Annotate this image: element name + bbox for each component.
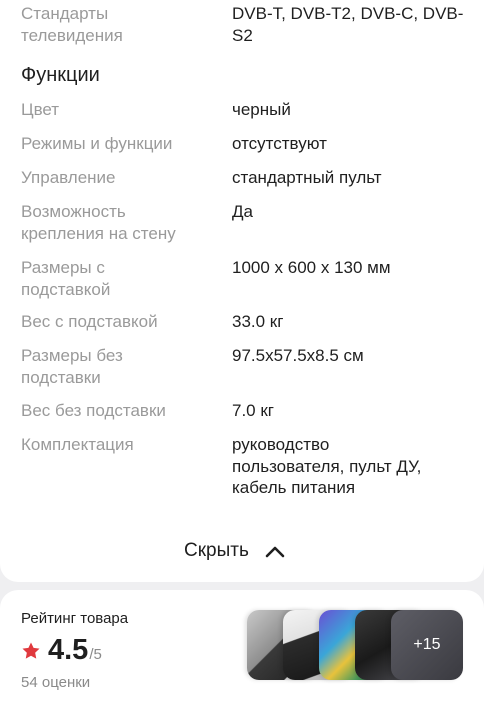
spec-value: Да	[232, 202, 253, 221]
spec-row-weight-with-stand: Вес с подставкой 33.0 кг	[21, 311, 471, 333]
rating-value: 4.5	[48, 634, 89, 666]
spec-value: отсутствуют	[232, 134, 327, 153]
spec-row-tv-standards: Стандарты телевидения DVB-T, DVB-T2, DVB…	[21, 3, 471, 46]
spec-value: 7.0 кг	[232, 401, 274, 420]
spec-row-dimensions-without-stand: Размеры без подставки 97.5x57.5x8.5 см	[21, 345, 471, 388]
specs-card: Стандарты телевидения DVB-T, DVB-T2, DVB…	[0, 0, 484, 582]
rating-title: Рейтинг товара	[21, 610, 129, 627]
spec-key: Комплектация	[21, 435, 134, 454]
section-title-functions: Функции	[21, 64, 100, 86]
review-photos[interactable]: +15	[247, 610, 463, 680]
spec-row-wall-mount: Возможность крепления на стену Да	[21, 201, 471, 244]
star-icon	[22, 642, 40, 659]
more-photos-button[interactable]: +15	[391, 610, 463, 680]
spec-value: DVB-T, DVB-T2, DVB-C, DVB- S2	[232, 4, 464, 45]
spec-row-package-contents: Комплектация руководство пользователя, п…	[21, 434, 471, 499]
chevron-up-icon	[265, 546, 285, 558]
spec-value: стандартный пульт	[232, 168, 382, 187]
spec-key: Вес с подставкой	[21, 312, 158, 331]
spec-key: Размеры без подставки	[21, 346, 123, 387]
spec-value: 1000 x 600 x 130 мм	[232, 258, 391, 277]
spec-key: Управление	[21, 168, 116, 187]
spec-key: Вес без подставки	[21, 401, 166, 420]
spec-row-modes: Режимы и функции отсутствуют	[21, 133, 471, 155]
spec-value: черный	[232, 100, 291, 119]
spec-row-color: Цвет черный	[21, 99, 471, 121]
spec-key: Размеры с подставкой	[21, 258, 111, 299]
hide-specs-button[interactable]: Скрыть	[184, 536, 285, 566]
spec-row-dimensions-with-stand: Размеры с подставкой 1000 x 600 x 130 мм	[21, 257, 471, 300]
spec-value: 97.5x57.5x8.5 см	[232, 346, 364, 365]
more-photos-count: +15	[413, 636, 441, 653]
spec-key: Возможность крепления на стену	[21, 202, 176, 243]
spec-row-control: Управление стандартный пульт	[21, 167, 471, 189]
spec-value: руководство пользователя, пульт ДУ, кабе…	[232, 435, 422, 497]
hide-button-label: Скрыть	[184, 540, 249, 561]
spec-key: Стандарты телевидения	[21, 4, 123, 45]
spec-value: 33.0 кг	[232, 312, 284, 331]
spec-key: Цвет	[21, 100, 60, 119]
rating-count: 54 оценки	[21, 674, 91, 691]
rating-max: /5	[89, 646, 102, 663]
spec-key: Режимы и функции	[21, 134, 173, 153]
spec-row-weight-without-stand: Вес без подставки 7.0 кг	[21, 400, 471, 422]
rating-summary: 4.5 /5	[21, 634, 102, 667]
